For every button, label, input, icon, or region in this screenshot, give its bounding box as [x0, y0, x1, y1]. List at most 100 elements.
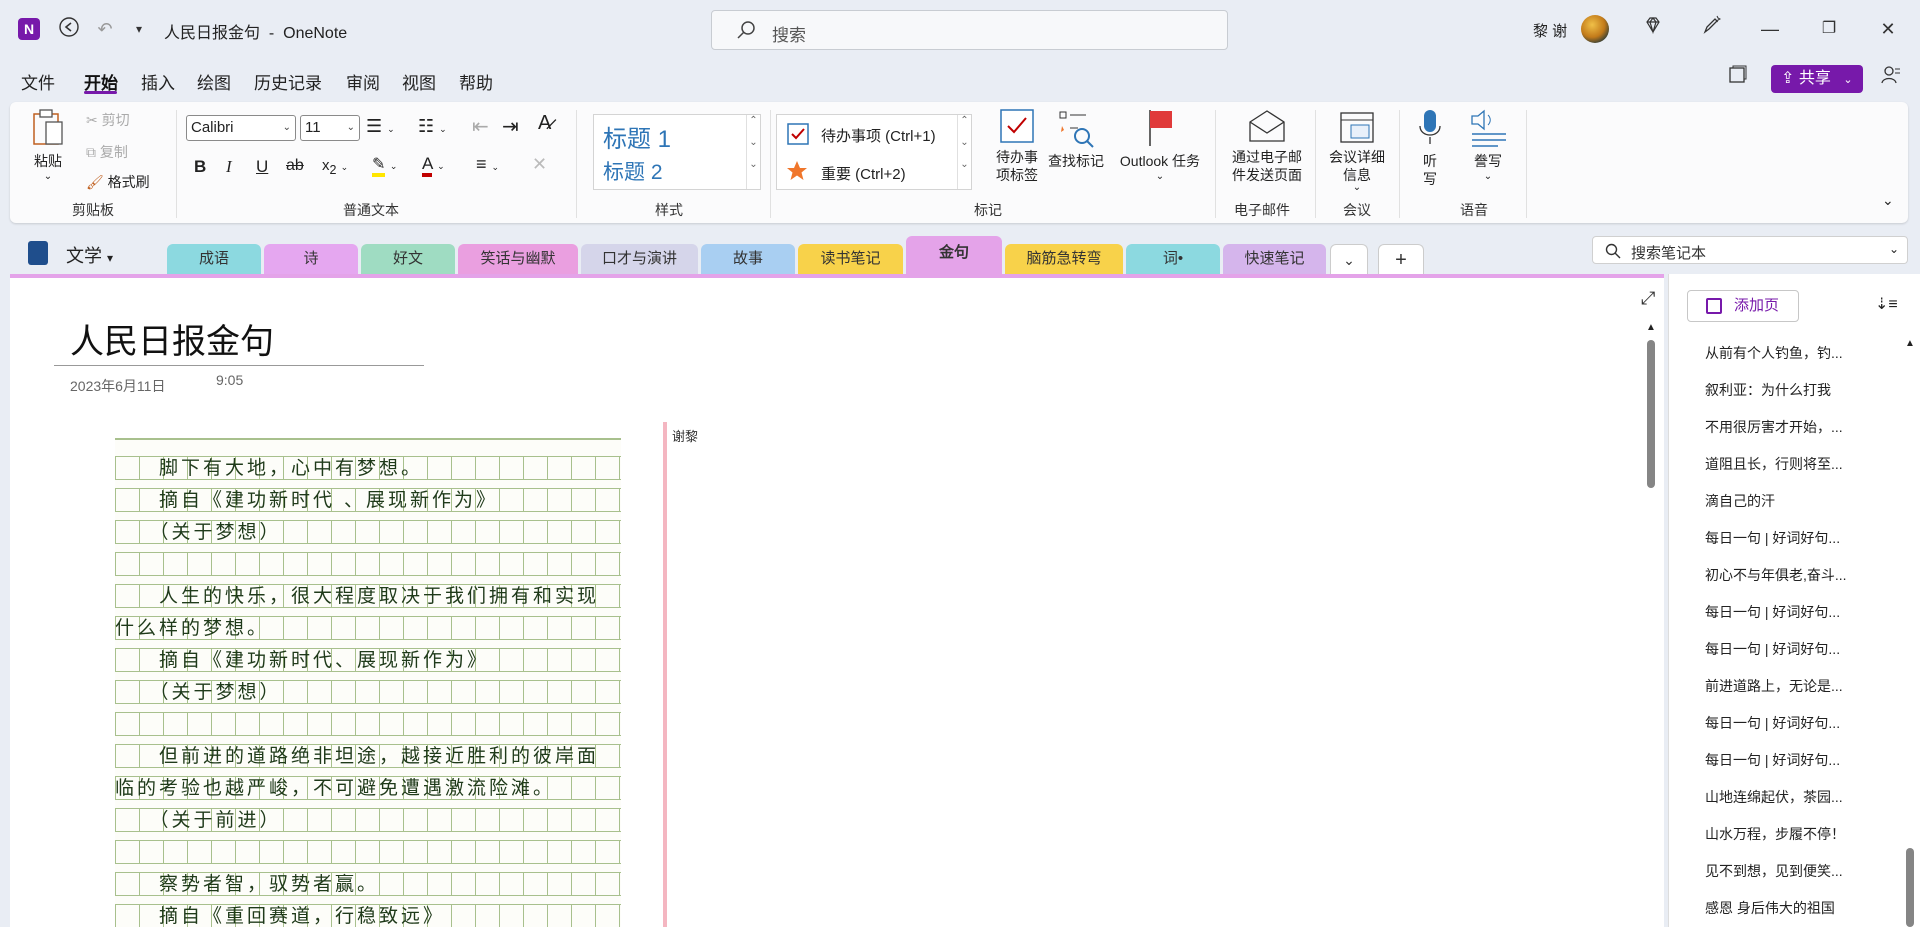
page-list-item[interactable]: 滴自己的汗 [1705, 491, 1775, 511]
section-tab[interactable]: 脑筋急转弯 [1005, 244, 1123, 274]
bold-icon[interactable]: B [194, 157, 206, 177]
section-tab[interactable]: 快速笔记 [1223, 244, 1326, 274]
numbering-icon[interactable]: ☷ ⌄ [418, 116, 447, 137]
minimize-icon[interactable]: — [1755, 14, 1785, 44]
chevron-down-icon[interactable]: ⌄ [1889, 242, 1899, 256]
font-size-select[interactable]: 11 ⌄ [300, 115, 360, 141]
scroll-up-icon[interactable]: ▲ [1905, 338, 1915, 349]
cut-button[interactable]: ✂ 剪切 [86, 110, 130, 130]
add-section-icon[interactable]: + [1378, 244, 1424, 274]
notebook-icon[interactable] [28, 241, 48, 265]
page-list-item[interactable]: 道阻且长，行则将至... [1705, 454, 1843, 474]
italic-icon[interactable]: I [226, 157, 232, 177]
share-button[interactable]: ⇪ 共享 ⌄ [1771, 65, 1863, 93]
scrollbar-thumb[interactable] [1647, 340, 1655, 488]
menu-insert[interactable]: 插入 [141, 69, 175, 94]
section-tab[interactable]: 笑话与幽默 [458, 244, 578, 274]
page-list-item[interactable]: 每日一句 | 好词好句... [1705, 639, 1840, 659]
pen-sparkle-icon[interactable] [1696, 14, 1726, 44]
delete-icon[interactable]: ✕ [532, 154, 547, 175]
menu-draw[interactable]: 绘图 [197, 69, 231, 94]
menu-file[interactable]: 文件 [21, 69, 55, 94]
tags-scroll[interactable]: ⌃ ⌄ ⌄ [957, 115, 971, 189]
increase-indent-icon[interactable]: ⇥ [502, 114, 519, 139]
bullets-icon[interactable]: ☰ ⌄ [366, 116, 395, 137]
styles-scroll[interactable]: ⌃ ⌄ ⌄ [746, 115, 760, 189]
add-page-button[interactable]: 添加页 [1687, 290, 1799, 322]
tag-important[interactable]: 重要 (Ctrl+2) [821, 163, 906, 184]
page-list-item[interactable]: 每日一句 | 好词好句... [1705, 713, 1840, 733]
font-color-icon[interactable]: A ⌄ [422, 154, 445, 177]
style-heading-2[interactable]: 标题 2 [603, 156, 663, 186]
paste-button[interactable]: 粘贴 ⌄ [28, 108, 68, 182]
outlook-tasks-button[interactable]: Outlook 任务 ⌄ [1110, 108, 1210, 182]
tags-gallery[interactable]: 待办事项 (Ctrl+1) 重要 (Ctrl+2) ⌃ ⌄ ⌄ [776, 114, 972, 190]
back-icon[interactable] [56, 16, 82, 42]
highlight-icon[interactable]: ✎ ⌄ [372, 154, 397, 177]
page-list-item[interactable]: 山水万程，步履不停！ [1705, 824, 1845, 844]
clear-formatting-icon[interactable]: A̷ [538, 112, 551, 135]
page-list-item[interactable]: 每日一句 | 好词好句... [1705, 528, 1840, 548]
page-list-item[interactable]: 前进道路上，无论是... [1705, 676, 1843, 696]
expand-icon[interactable]: ⤢ [1641, 288, 1661, 308]
more-sections-icon[interactable]: ⌄ [1330, 244, 1368, 274]
decrease-indent-icon[interactable]: ⇤ [472, 114, 489, 139]
page-canvas[interactable]: 人民日报金句 2023年6月11日 9:05 脚下有大地，心中有梦想。 摘自《建… [10, 274, 1664, 927]
section-tab[interactable]: 词• [1126, 244, 1220, 274]
notebook-search-input[interactable]: 搜索笔记本 ⌄ [1592, 236, 1908, 264]
tag-todo[interactable]: 待办事项 (Ctrl+1) [821, 125, 936, 146]
diamond-icon[interactable] [1638, 14, 1668, 44]
page-list-scrollbar[interactable]: ▲ [1904, 338, 1916, 927]
scrollbar-thumb[interactable] [1906, 848, 1914, 927]
avatar[interactable] [1581, 15, 1609, 43]
find-tags-button[interactable]: 查找标记 [1042, 108, 1110, 171]
menu-review[interactable]: 审阅 [346, 69, 380, 94]
notebook-selector[interactable]: 文学 ▾ [66, 242, 113, 268]
style-heading-1[interactable]: 标题 1 [603, 119, 671, 154]
strikethrough-icon[interactable]: ab [286, 157, 304, 175]
align-icon[interactable]: ≡ ⌄ [476, 154, 499, 175]
section-tab[interactable]: 好文 [361, 244, 455, 274]
menu-help[interactable]: 帮助 [459, 69, 493, 94]
scroll-up-icon[interactable]: ▲ [1646, 322, 1656, 333]
section-tab[interactable]: 成语 [167, 244, 261, 274]
page-list-item[interactable]: 每日一句 | 好词好句... [1705, 750, 1840, 770]
dictate-button[interactable]: 听写 [1412, 108, 1448, 188]
subscript-icon[interactable]: x2 ⌄ [322, 157, 348, 177]
people-icon[interactable] [1876, 64, 1906, 94]
user-name[interactable]: 黎 谢 [1533, 20, 1567, 41]
sort-icon[interactable]: ⇣≡ [1875, 294, 1898, 314]
page-list-item[interactable]: 叙利亚：为什么打我 [1705, 380, 1831, 400]
font-family-select[interactable]: Calibri ⌄ [186, 115, 296, 141]
menu-history[interactable]: 历史记录 [254, 69, 322, 94]
page-list-item[interactable]: 感恩 身后伟大的祖国 [1705, 898, 1835, 918]
page-list-item[interactable]: 山地连绵起伏，茶园... [1705, 787, 1843, 807]
transcribe-button[interactable]: 誊写 ⌄ [1466, 108, 1510, 182]
collapse-ribbon-icon[interactable]: ⌄ [1882, 192, 1894, 209]
close-icon[interactable]: ✕ [1873, 14, 1903, 44]
page-list-item[interactable]: 从前有个人钓鱼，钓... [1705, 343, 1843, 363]
section-tab[interactable]: 读书笔记 [798, 244, 903, 274]
section-tab[interactable]: 口才与演讲 [581, 244, 698, 274]
menu-view[interactable]: 视图 [402, 69, 436, 94]
handwriting-image[interactable]: 脚下有大地，心中有梦想。 摘自《建功新时代 、展现新作为》 （关于梦想） 人生的… [115, 438, 621, 927]
page-list-item[interactable]: 见不到想，见到便笑... [1705, 861, 1843, 881]
page-list-item[interactable]: 初心不与年俱老,奋斗... [1705, 565, 1847, 585]
sticky-notes-icon[interactable] [1722, 64, 1752, 94]
section-tab[interactable]: 诗 [264, 244, 358, 274]
search-input[interactable]: 搜索 [711, 10, 1228, 50]
meeting-details-button[interactable]: 会议详细信息 ⌄ [1324, 108, 1390, 193]
section-tab[interactable]: 故事 [701, 244, 795, 274]
underline-icon[interactable]: U [256, 157, 268, 177]
styles-gallery[interactable]: 标题 1 标题 2 ⌃ ⌄ ⌄ [593, 114, 761, 190]
page-list-item[interactable]: 每日一句 | 好词好句... [1705, 602, 1840, 622]
quick-access-dropdown-icon[interactable]: ▾ [126, 16, 152, 42]
section-tab-active[interactable]: 金句 [906, 236, 1002, 274]
restore-icon[interactable]: ❐ [1814, 14, 1844, 44]
page-list-item[interactable]: 不用很厉害才开始，... [1705, 417, 1843, 437]
email-page-button[interactable]: 通过电子邮件发送页面 [1224, 108, 1310, 184]
copy-button[interactable]: ⧉ 复制 [86, 142, 128, 162]
format-painter-button[interactable]: 🖌 格式刷 [86, 172, 150, 192]
page-title[interactable]: 人民日报金句 [70, 314, 274, 363]
page-scrollbar[interactable]: ▲ [1645, 322, 1657, 922]
